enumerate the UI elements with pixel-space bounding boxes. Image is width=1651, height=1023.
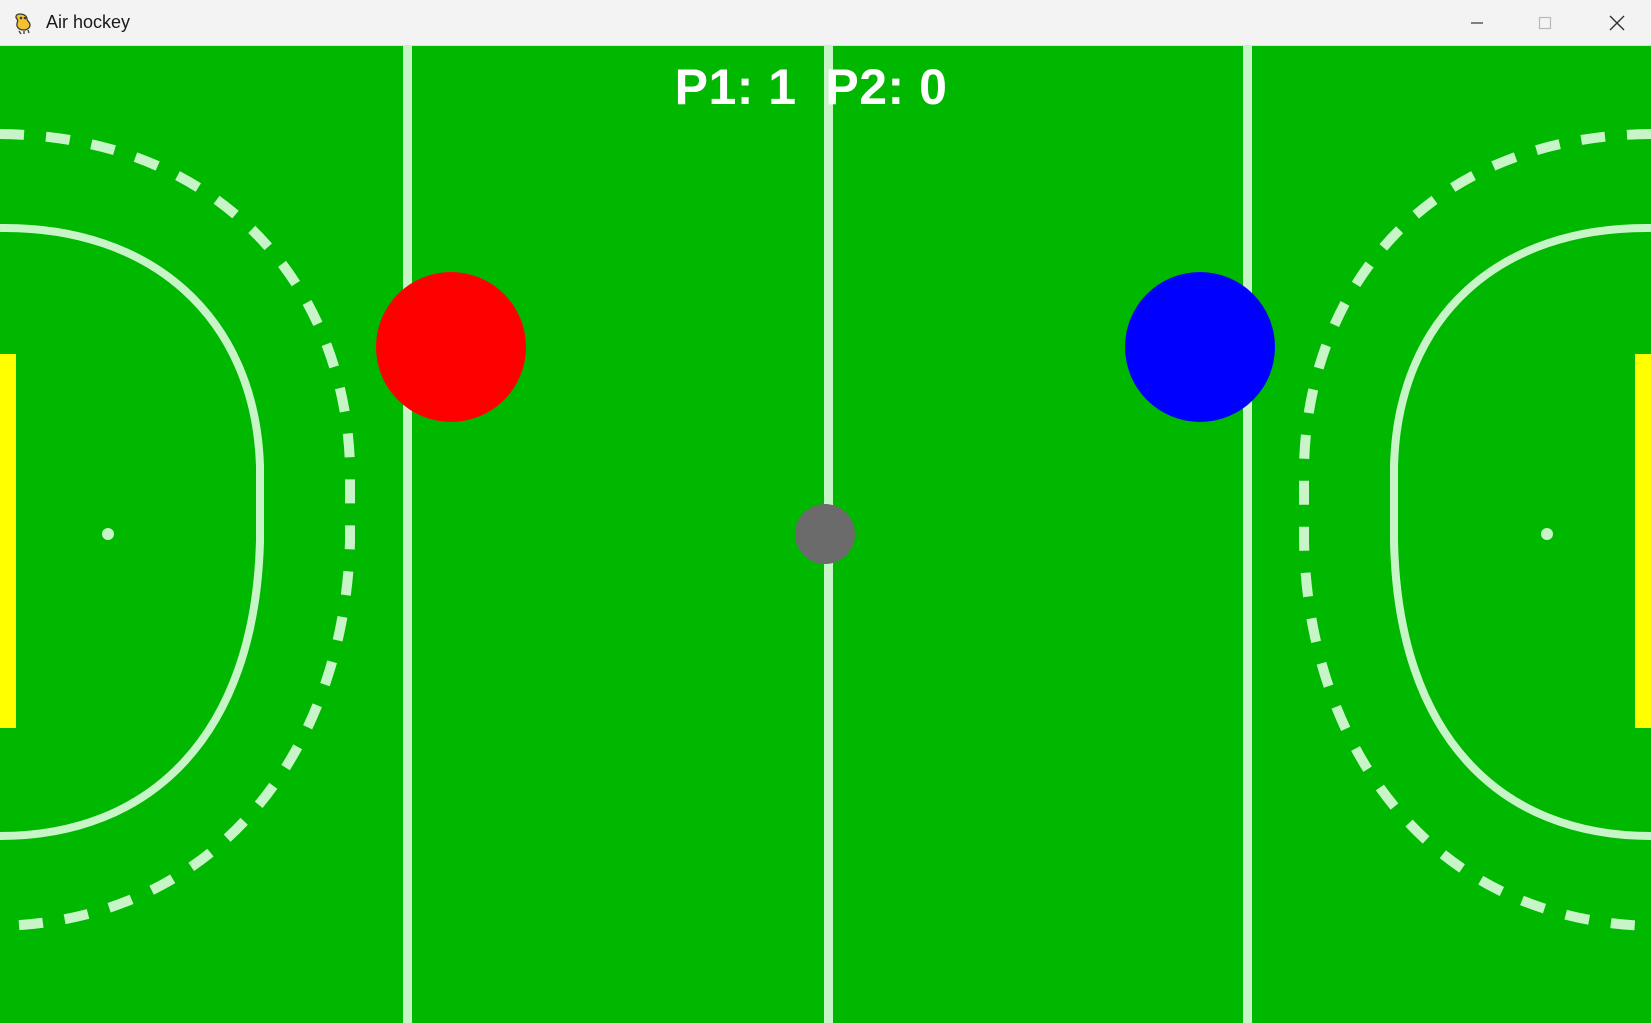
left-penalty-spot bbox=[102, 528, 114, 540]
left-goal bbox=[0, 354, 16, 728]
scoreboard: P1: 1 P2: 0 bbox=[674, 59, 948, 115]
game-canvas[interactable]: P1: 1 P2: 0 bbox=[0, 46, 1651, 1023]
left-quarter-line bbox=[403, 46, 412, 1023]
puck bbox=[795, 504, 855, 564]
pygame-snake-icon bbox=[15, 13, 31, 35]
minimize-icon bbox=[1471, 22, 1483, 24]
player1-mallet[interactable] bbox=[376, 272, 526, 422]
maximize-icon bbox=[1538, 16, 1552, 30]
window-title: Air hockey bbox=[46, 12, 131, 32]
game-window: Air hockey P1: 1 P2: 0 bbox=[0, 0, 1651, 1023]
minimize-button[interactable] bbox=[1444, 0, 1510, 46]
maximize-button[interactable] bbox=[1512, 0, 1578, 46]
right-quarter-line bbox=[1243, 46, 1252, 1023]
right-goal bbox=[1635, 354, 1651, 728]
close-button[interactable] bbox=[1584, 0, 1650, 46]
player2-mallet[interactable] bbox=[1125, 272, 1275, 422]
right-penalty-spot bbox=[1541, 528, 1553, 540]
title-bar[interactable]: Air hockey bbox=[0, 0, 1651, 46]
hockey-field bbox=[0, 46, 1651, 1023]
close-icon bbox=[1609, 15, 1625, 31]
